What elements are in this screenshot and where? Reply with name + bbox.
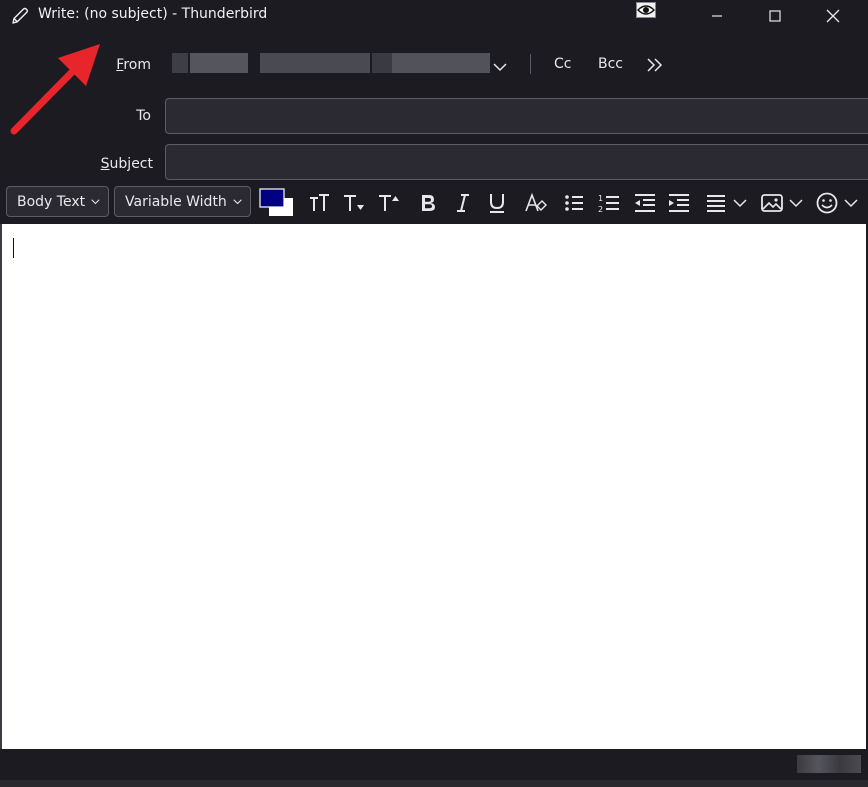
insert-image-icon[interactable] bbox=[760, 190, 806, 216]
text-caret bbox=[13, 238, 14, 258]
font-value: Variable Width bbox=[125, 193, 227, 210]
to-field[interactable] bbox=[165, 98, 868, 134]
svg-text:2: 2 bbox=[598, 205, 603, 214]
align-icon[interactable] bbox=[705, 190, 751, 216]
decrease-font-size-icon[interactable] bbox=[341, 190, 367, 216]
window-title: Write: (no subject) - Thunderbird bbox=[38, 6, 268, 22]
italic-icon[interactable] bbox=[450, 190, 476, 216]
compose-header: From Cc Bcc To Subject bbox=[0, 32, 868, 182]
outdent-icon[interactable] bbox=[632, 190, 658, 216]
eye-icon bbox=[636, 2, 656, 18]
close-icon bbox=[826, 9, 840, 23]
emoji-icon[interactable] bbox=[815, 190, 861, 216]
subject-field[interactable] bbox=[165, 144, 868, 180]
text-color-picker[interactable] bbox=[259, 188, 295, 222]
compose-window: Write: (no subject) - Thunderbird From C… bbox=[0, 0, 868, 787]
pencil-icon bbox=[10, 6, 30, 26]
status-indicator bbox=[797, 755, 861, 773]
chevron-down-icon[interactable] bbox=[492, 57, 508, 76]
chevron-down-icon bbox=[91, 198, 100, 204]
cc-button[interactable]: Cc bbox=[554, 56, 571, 72]
maximize-button[interactable] bbox=[746, 0, 804, 32]
header-divider bbox=[530, 54, 531, 74]
minimize-button[interactable] bbox=[688, 0, 746, 32]
bulleted-list-icon[interactable] bbox=[561, 190, 587, 216]
numbered-list-icon[interactable]: 12 bbox=[596, 190, 622, 216]
bcc-button[interactable]: Bcc bbox=[598, 56, 623, 72]
svg-text:1: 1 bbox=[598, 194, 603, 203]
paragraph-format-select[interactable]: Body Text bbox=[6, 186, 109, 217]
subject-label: Subject bbox=[100, 156, 153, 172]
status-bar bbox=[0, 749, 868, 780]
clear-formatting-icon[interactable] bbox=[523, 190, 549, 216]
increase-font-size-icon[interactable] bbox=[376, 190, 402, 216]
maximize-icon bbox=[769, 10, 781, 22]
title-bar: Write: (no subject) - Thunderbird bbox=[0, 0, 868, 32]
chevron-down-icon bbox=[233, 198, 242, 204]
bold-icon[interactable] bbox=[415, 190, 441, 216]
indent-icon[interactable] bbox=[666, 190, 692, 216]
annotation-arrow-icon bbox=[10, 44, 100, 135]
font-size-reset-icon[interactable] bbox=[306, 190, 332, 216]
font-select[interactable]: Variable Width bbox=[114, 186, 251, 217]
message-body-editor[interactable] bbox=[2, 224, 866, 749]
minimize-icon bbox=[712, 15, 722, 17]
underline-icon[interactable] bbox=[484, 190, 510, 216]
double-chevron-right-icon[interactable] bbox=[646, 57, 664, 76]
window-bottom-edge bbox=[0, 780, 868, 787]
close-button[interactable] bbox=[804, 0, 862, 32]
paragraph-format-value: Body Text bbox=[17, 193, 86, 210]
